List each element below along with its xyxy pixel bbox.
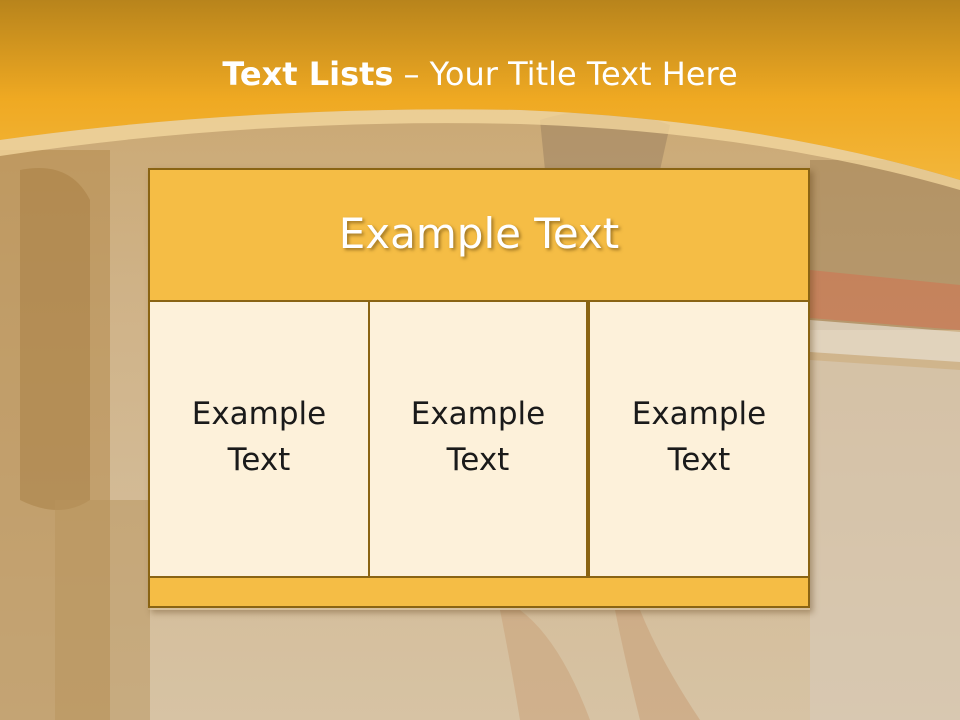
- diagram-footer-bar: [148, 576, 810, 608]
- diagram-cell-3-text: Example Text: [631, 396, 767, 478]
- diagram-cell-1: Example Text: [148, 300, 370, 578]
- text-list-diagram: Example Text Example Text Example Text E…: [148, 168, 810, 610]
- title-rest: – Your Title Text Here: [403, 55, 738, 93]
- diagram-cell-1-text: Example Text: [191, 396, 327, 478]
- slide: Text Lists – Your Title Text Here Example…: [0, 0, 960, 720]
- diagram-cell-3: Example Text: [588, 300, 810, 578]
- diagram-header-box: Example Text: [148, 168, 810, 302]
- diagram-cell-2-text: Example Text: [410, 396, 546, 478]
- diagram-header-text: Example Text: [338, 208, 620, 258]
- title-bold: Text Lists: [222, 55, 394, 93]
- slide-title: Text Lists – Your Title Text Here: [0, 52, 960, 96]
- diagram-cell-2: Example Text: [368, 300, 588, 578]
